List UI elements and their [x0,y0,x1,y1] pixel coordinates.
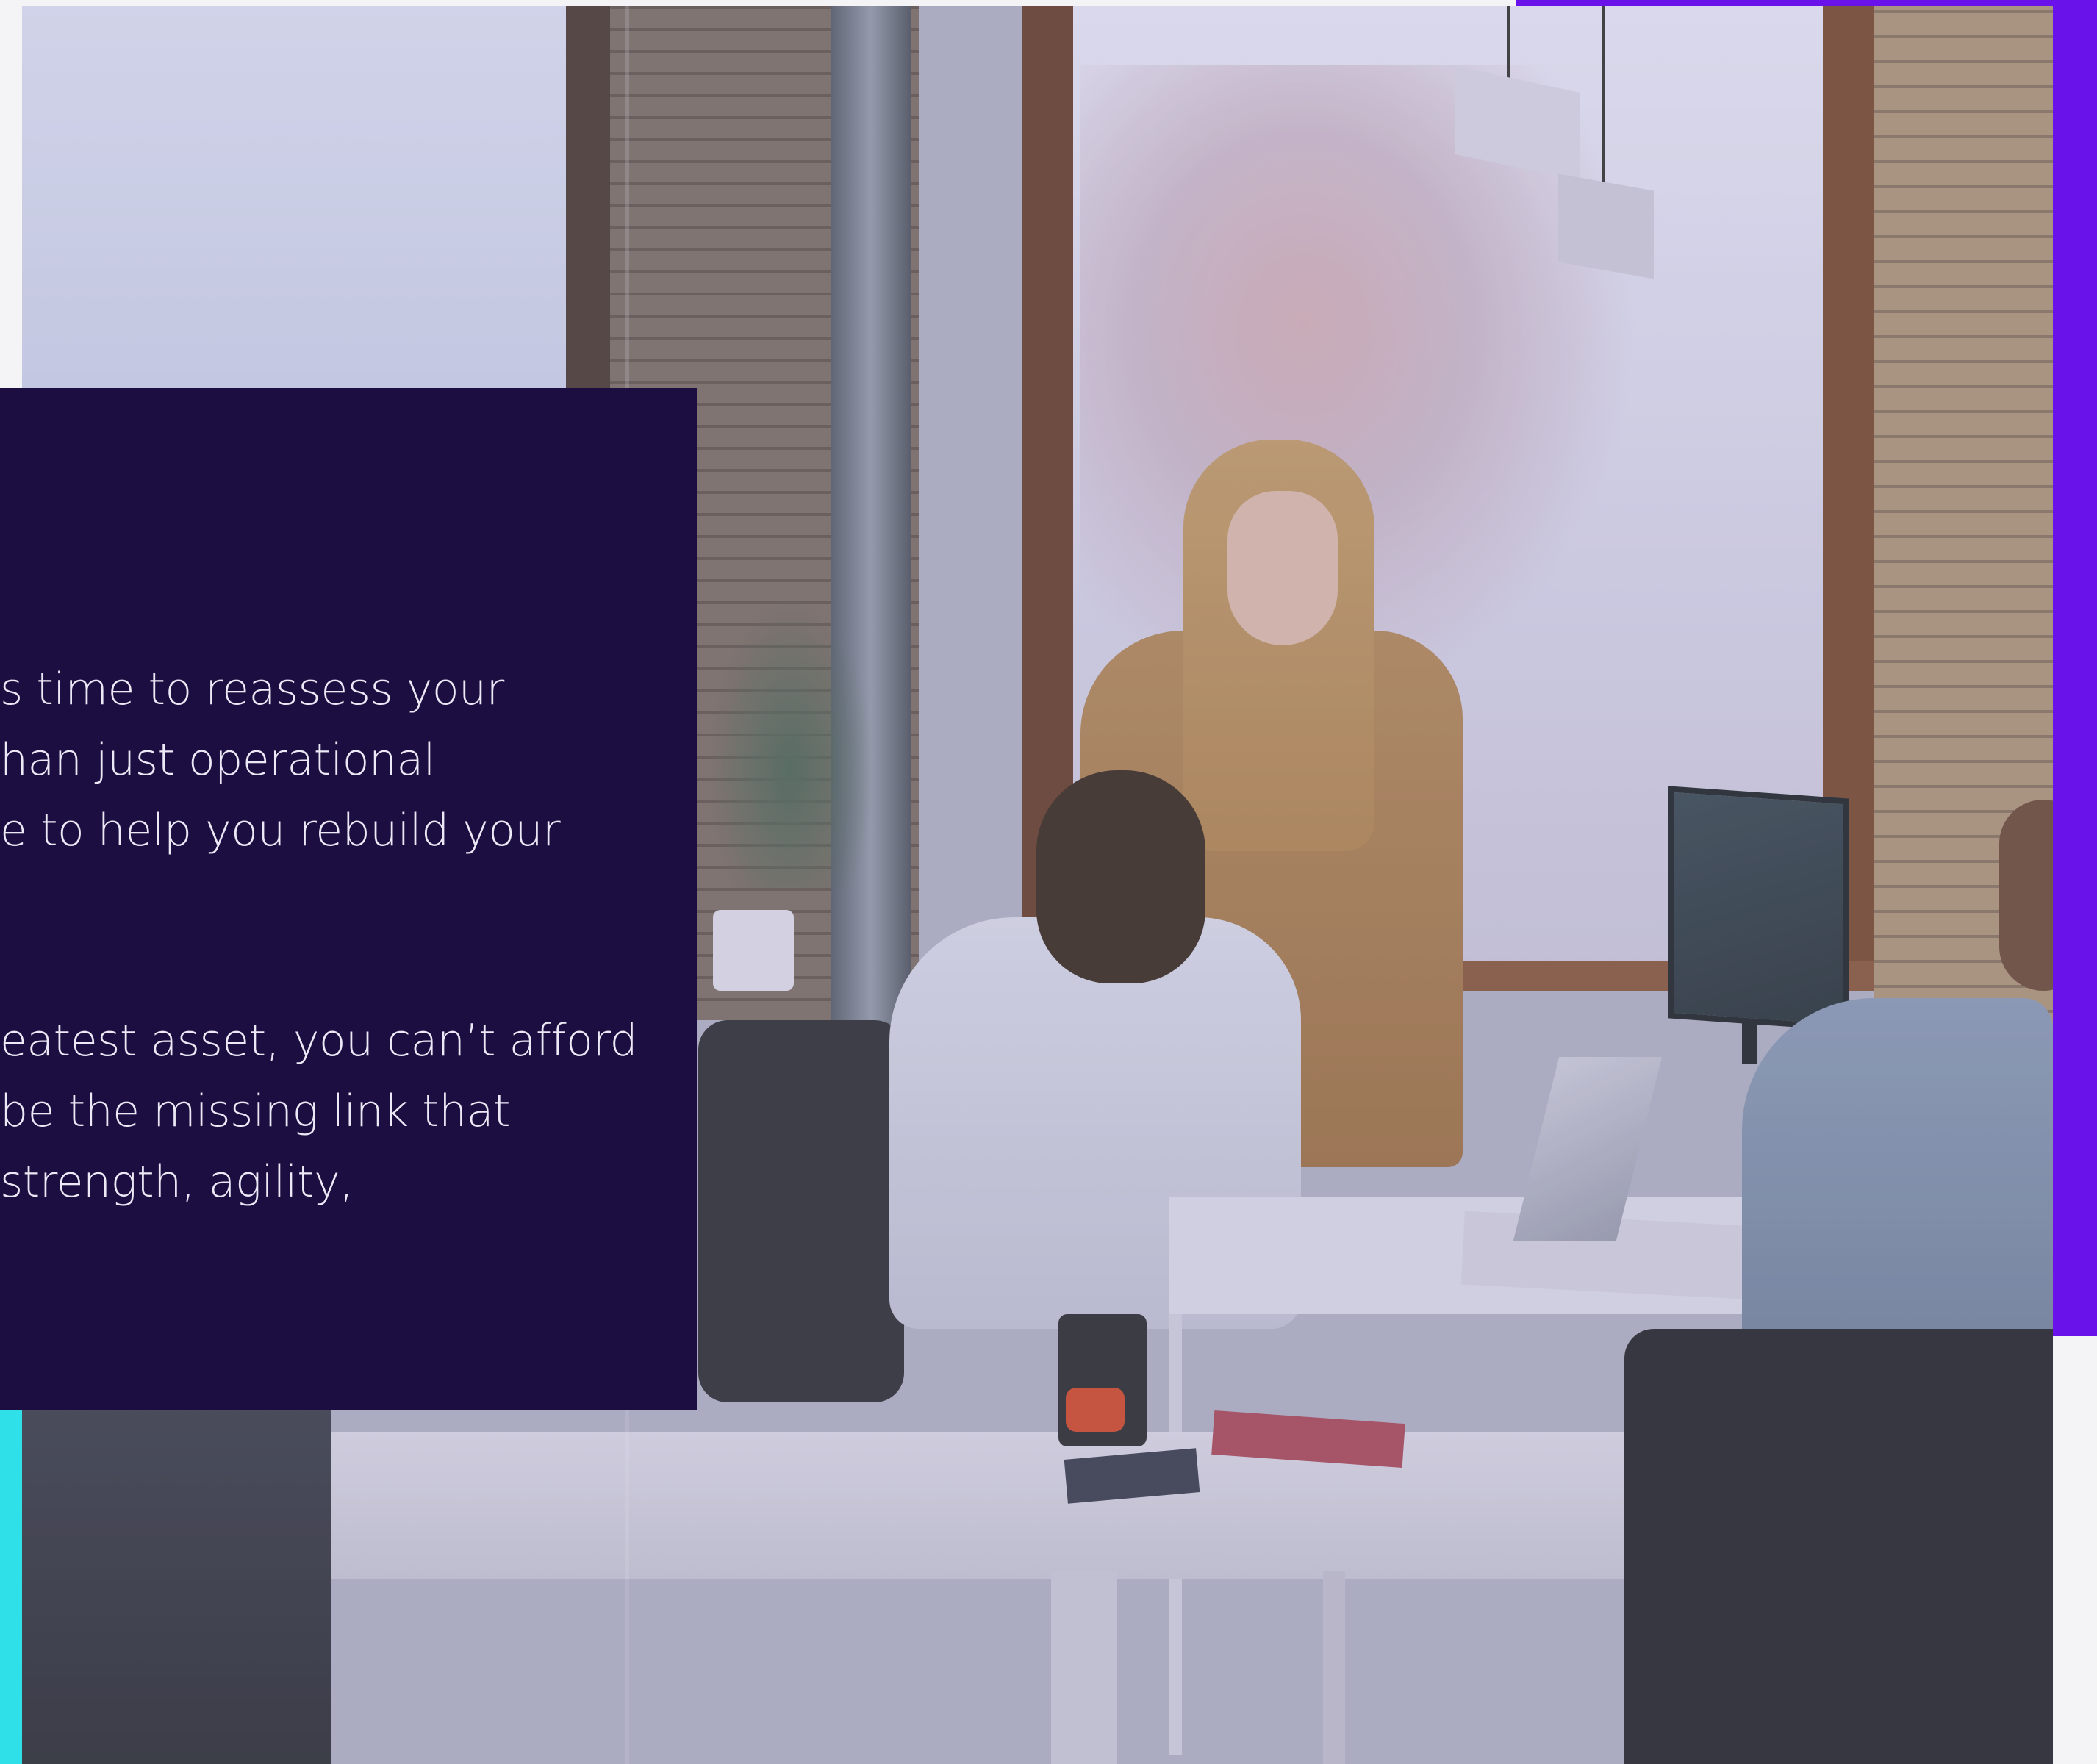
paragraph-line: s time to reassess your [0,664,504,715]
intro-paragraph: s time to reassess your han just operati… [0,654,603,866]
text-panel: s time to reassess your han just operati… [0,388,697,1410]
accent-cyan-bar [0,1396,22,1764]
body-paragraph: eatest asset, you can’t afford be the mi… [0,1005,638,1217]
paragraph-line: e to help you rebuild your [0,805,561,856]
page-stage: s time to reassess your han just operati… [0,0,2097,1764]
paragraph-line: han just operational [0,734,435,786]
paragraph-line: eatest asset, you can’t afford [0,1015,638,1066]
paragraph-line: be the missing link that [0,1086,511,1137]
paragraph-line: strength, agility, [0,1156,354,1208]
